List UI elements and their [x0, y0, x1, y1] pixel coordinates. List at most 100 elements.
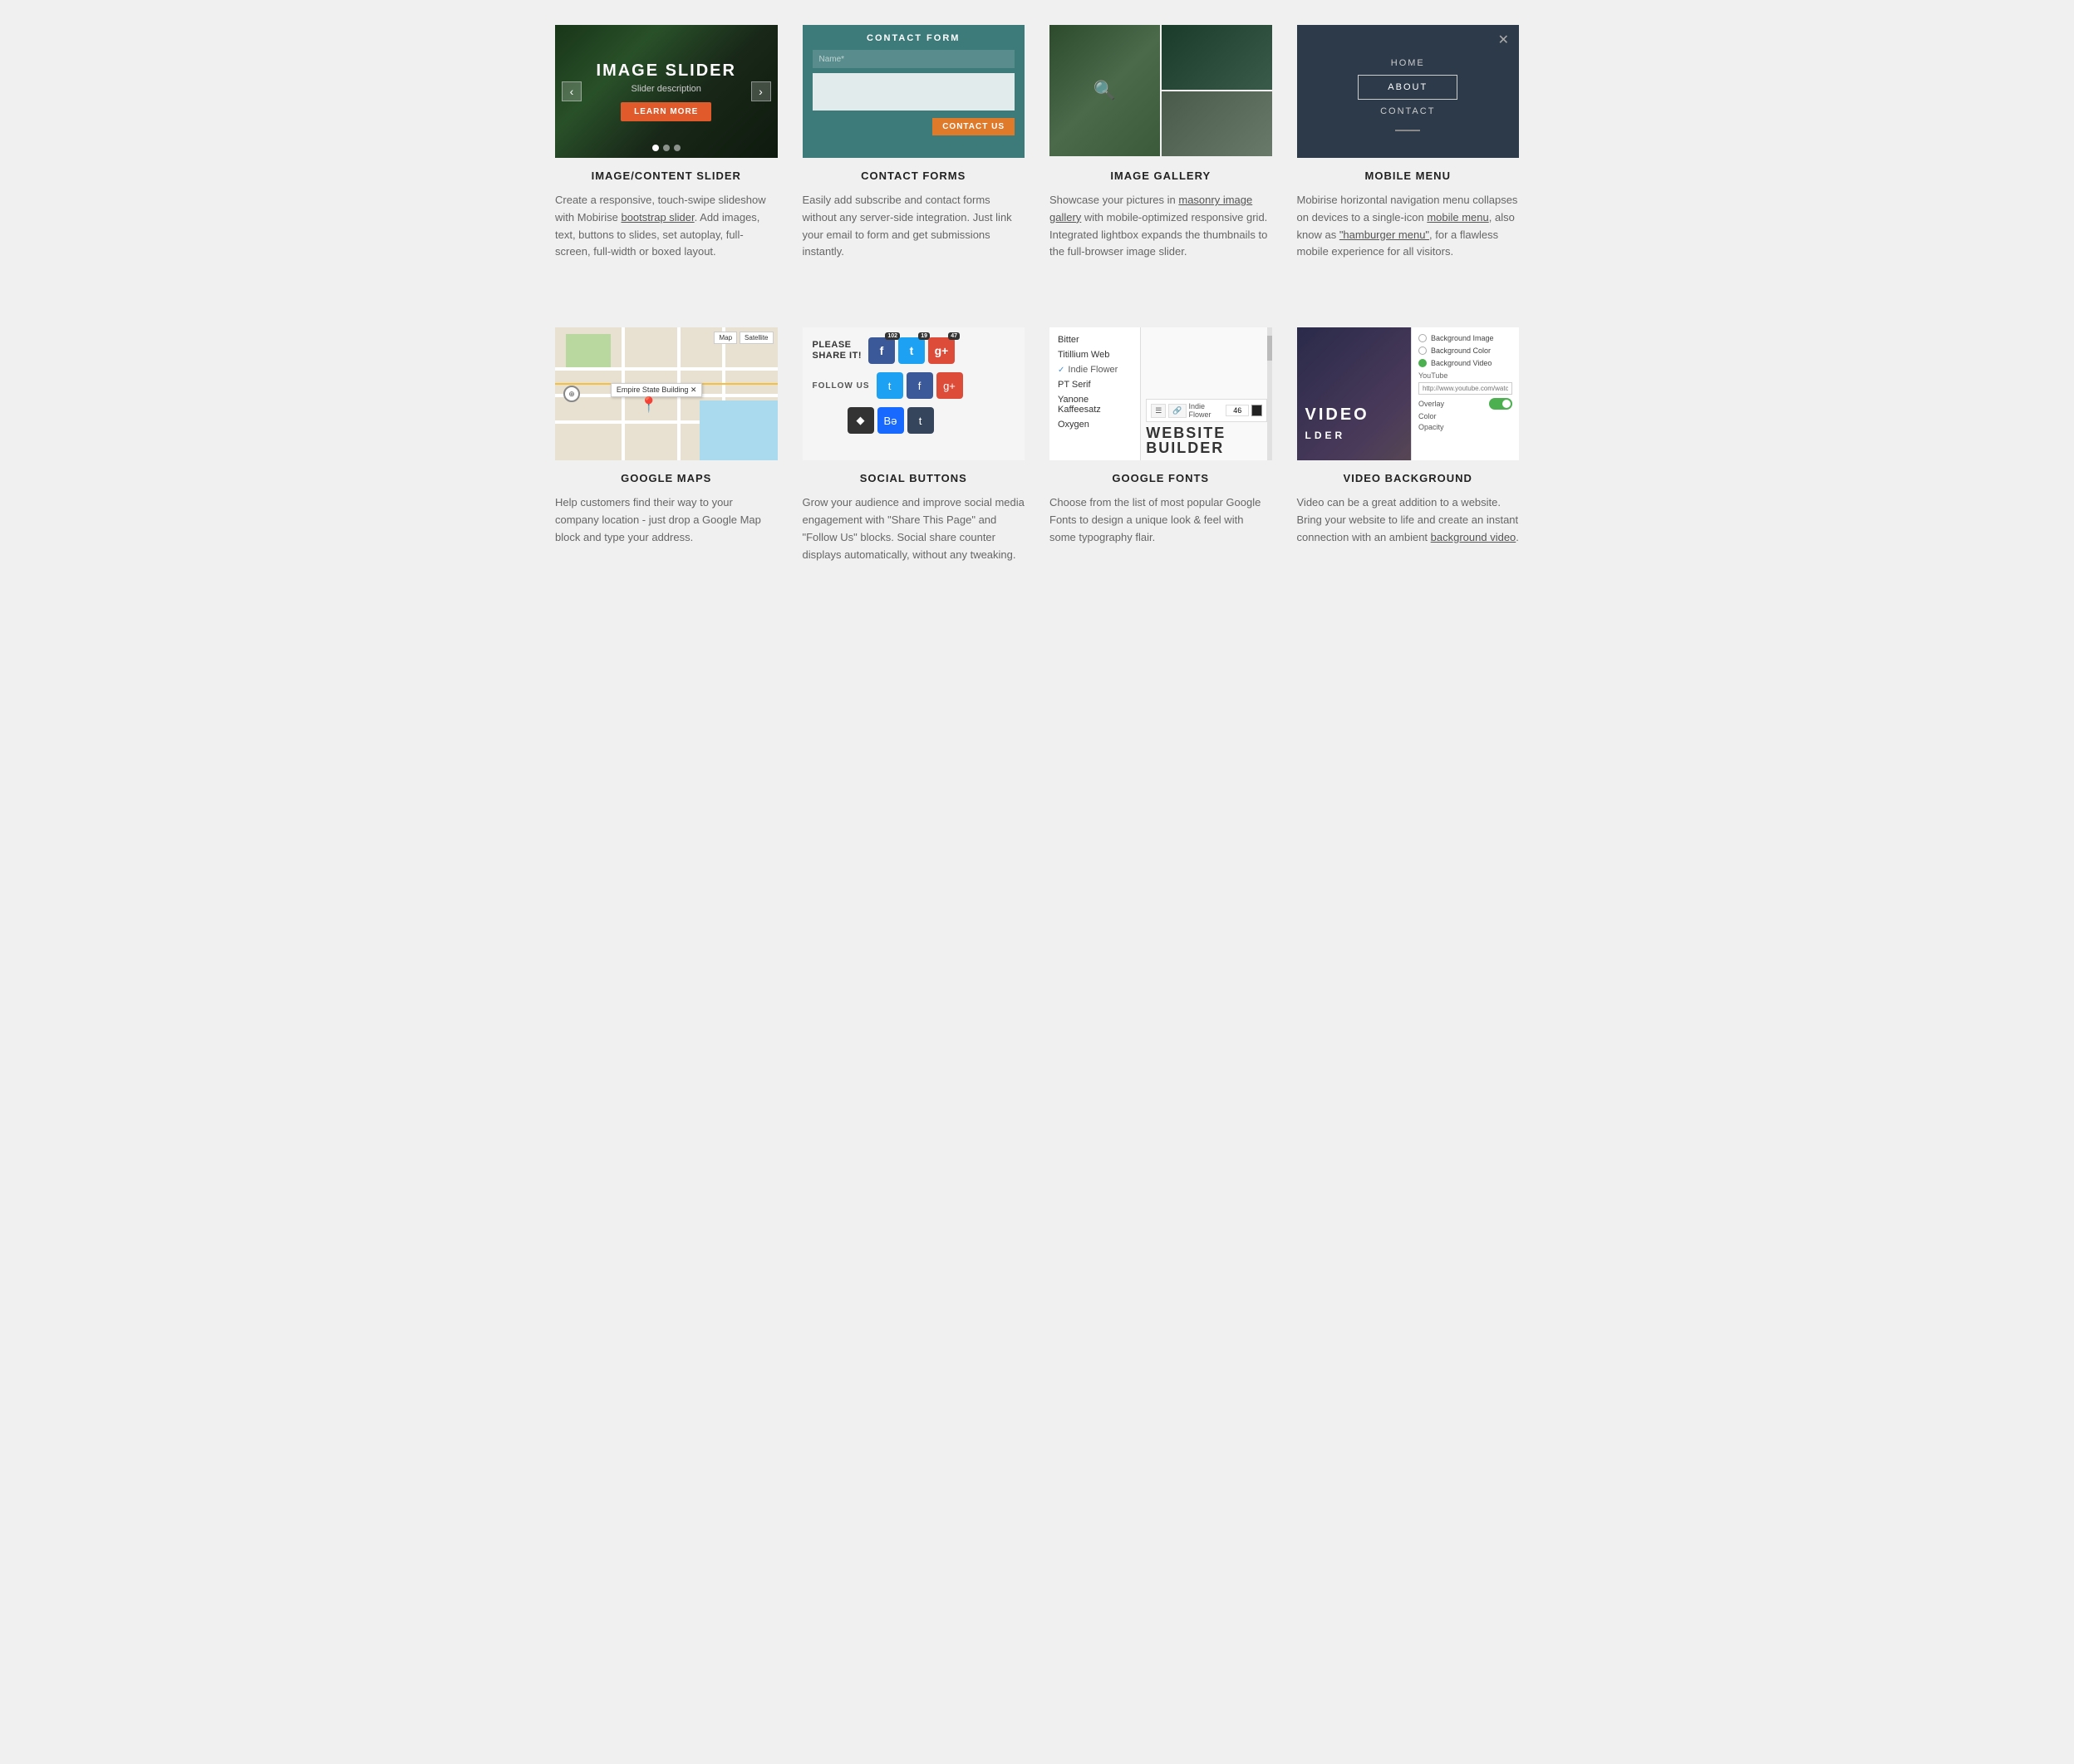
mobile-nav-contact[interactable]: CONTACT	[1358, 100, 1457, 123]
twitter-icon: t	[910, 344, 914, 357]
image-slider-preview: ‹ IMAGE SLIDER Slider description LEARN …	[555, 25, 778, 158]
fonts-preview-area: ☰ 🔗 Indie Flower WEBSITE BUILDER	[1141, 327, 1271, 460]
font-color-swatch[interactable]	[1251, 405, 1261, 416]
font-size-input[interactable]	[1226, 405, 1249, 416]
bg-color-row: Background Color	[1418, 346, 1512, 355]
gallery-cell-1[interactable]: 🔍	[1049, 25, 1160, 156]
overlay-toggle[interactable]	[1489, 398, 1512, 410]
mobile-nav-home[interactable]: HOME	[1358, 52, 1457, 75]
feature-card-google-maps: Empire State Building ✕ 📍 Map Satellite …	[555, 327, 778, 563]
overlay-label: Overlay	[1418, 400, 1444, 408]
font-align-left[interactable]: ☰	[1151, 404, 1166, 418]
font-item-indie[interactable]: Indie Flower	[1049, 362, 1140, 377]
section-spacer	[555, 302, 1519, 327]
opacity-row: Opacity	[1418, 423, 1512, 431]
map-compass[interactable]: ⊕	[563, 386, 580, 402]
gallery-widget: 🔍	[1049, 25, 1272, 158]
slider-cta-button[interactable]: LEARN MORE	[621, 102, 711, 121]
video-background-desc: Video can be a great addition to a websi…	[1297, 494, 1520, 546]
map-satellite-button[interactable]: Satellite	[740, 332, 773, 344]
google-maps-preview: Empire State Building ✕ 📍 Map Satellite …	[555, 327, 778, 460]
bg-video-label: Background Video	[1431, 359, 1492, 367]
page-wrapper: ‹ IMAGE SLIDER Slider description LEARN …	[538, 0, 1536, 630]
mobile-menu-desc: Mobirise horizontal navigation menu coll…	[1297, 192, 1520, 261]
mobile-menu-link[interactable]: mobile menu	[1427, 211, 1488, 224]
font-item-bitter[interactable]: Bitter	[1049, 332, 1140, 347]
slider-next-button[interactable]: ›	[751, 81, 771, 101]
youtube-label: YouTube	[1418, 371, 1512, 380]
close-icon[interactable]: ✕	[1498, 32, 1509, 48]
mobile-menu-widget: ✕ HOME ABOUT CONTACT	[1297, 25, 1520, 158]
feature-card-google-fonts: Bitter Titillium Web Indie Flower PT Ser…	[1049, 327, 1272, 563]
slider-dot-3[interactable]	[674, 145, 681, 151]
mobile-menu-title: MOBILE MENU	[1297, 170, 1520, 182]
contact-message-input[interactable]	[813, 73, 1015, 111]
tumblr-button[interactable]: t	[907, 407, 934, 434]
mobile-nav-about[interactable]: ABOUT	[1358, 75, 1457, 100]
slider-prev-button[interactable]: ‹	[562, 81, 582, 101]
facebook-follow-button[interactable]: f	[907, 372, 933, 399]
googleplus-count: 47	[948, 332, 960, 340]
twitter-follow-button[interactable]: t	[877, 372, 903, 399]
video-desc-text2: .	[1516, 531, 1519, 543]
video-settings-panel: Background Image Background Color Backgr…	[1411, 327, 1519, 460]
map-controls: Map Satellite	[714, 332, 773, 344]
map-road-1	[555, 367, 778, 371]
slider-dot-1[interactable]	[652, 145, 659, 151]
gallery-cell-2[interactable]	[1162, 25, 1272, 90]
slider-dot-2[interactable]	[663, 145, 670, 151]
bg-color-radio[interactable]	[1418, 346, 1427, 355]
follow-label: FOLLOW US	[813, 381, 870, 391]
fonts-scrollbar-thumb[interactable]	[1267, 336, 1272, 361]
social-share-buttons: f 102 t 19 g+ 47	[868, 337, 955, 364]
map-water	[700, 400, 778, 460]
fonts-scrollbar[interactable]	[1267, 327, 1272, 460]
contact-forms-desc: Easily add subscribe and contact forms w…	[803, 192, 1025, 261]
bg-image-radio[interactable]	[1418, 334, 1427, 342]
video-widget: VIDEOLDER Background Image Background Co…	[1297, 327, 1520, 460]
fonts-widget: Bitter Titillium Web Indie Flower PT Ser…	[1049, 327, 1272, 460]
facebook-share-button[interactable]: f 102	[868, 337, 895, 364]
fonts-preview-text: WEBSITE BUILDER	[1146, 425, 1266, 455]
bg-video-radio[interactable]	[1418, 359, 1427, 367]
google-fonts-title: GOOGLE FONTS	[1049, 472, 1272, 484]
twitter-share-button[interactable]: t 19	[898, 337, 925, 364]
contact-form-title: CONTACT FORM	[813, 33, 1015, 43]
feature-card-image-slider: ‹ IMAGE SLIDER Slider description LEARN …	[555, 25, 778, 261]
googleplus-icon: g+	[935, 344, 949, 357]
googleplus-share-button[interactable]: g+ 47	[928, 337, 955, 364]
mobile-menu-preview: ✕ HOME ABOUT CONTACT	[1297, 25, 1520, 158]
social-share-row: PLEASESHARE IT! f 102 t 19 g+	[813, 337, 1015, 364]
google-fonts-preview: Bitter Titillium Web Indie Flower PT Ser…	[1049, 327, 1272, 460]
googleplus-follow-button[interactable]: g+	[936, 372, 963, 399]
github-button[interactable]: ◆	[848, 407, 874, 434]
font-item-pt[interactable]: PT Serif	[1049, 377, 1140, 392]
behance-button[interactable]: Bǝ	[877, 407, 904, 434]
bg-color-label: Background Color	[1431, 346, 1491, 355]
facebook-icon: f	[880, 344, 884, 357]
social-widget: PLEASESHARE IT! f 102 t 19 g+	[803, 327, 1025, 460]
gallery-cell-3[interactable]	[1162, 91, 1272, 156]
youtube-url-input[interactable]	[1418, 382, 1512, 395]
maps-widget[interactable]: Empire State Building ✕ 📍 Map Satellite …	[555, 327, 778, 460]
font-item-yanone[interactable]: Yanone Kaffeesatz	[1049, 392, 1140, 417]
font-link-button[interactable]: 🔗	[1168, 404, 1186, 418]
fonts-toolbar: ☰ 🔗 Indie Flower	[1146, 399, 1266, 422]
video-background-preview: VIDEOLDER Background Image Background Co…	[1297, 327, 1520, 460]
contact-submit-button[interactable]: CONTACT US	[932, 118, 1015, 135]
contact-forms-preview: CONTACT FORM CONTACT US	[803, 25, 1025, 158]
font-item-oxygen[interactable]: Oxygen	[1049, 417, 1140, 432]
feature-card-contact-forms: CONTACT FORM CONTACT US CONTACT FORMS Ea…	[803, 25, 1025, 261]
font-item-titillium[interactable]: Titillium Web	[1049, 347, 1140, 362]
background-video-link[interactable]: background video	[1431, 531, 1516, 543]
color-label: Color	[1418, 412, 1437, 420]
search-icon: 🔍	[1094, 80, 1116, 101]
social-extra-buttons: ◆ Bǝ t	[813, 407, 1015, 434]
contact-name-input[interactable]	[813, 50, 1015, 68]
font-name-display: Indie Flower	[1189, 402, 1224, 419]
google-fonts-desc: Choose from the list of most popular Goo…	[1049, 494, 1272, 546]
social-buttons-preview: PLEASESHARE IT! f 102 t 19 g+	[803, 327, 1025, 460]
map-view-button[interactable]: Map	[714, 332, 737, 344]
hamburger-menu-link[interactable]: "hamburger menu"	[1339, 228, 1429, 241]
bootstrap-slider-link[interactable]: bootstrap slider	[621, 211, 694, 224]
